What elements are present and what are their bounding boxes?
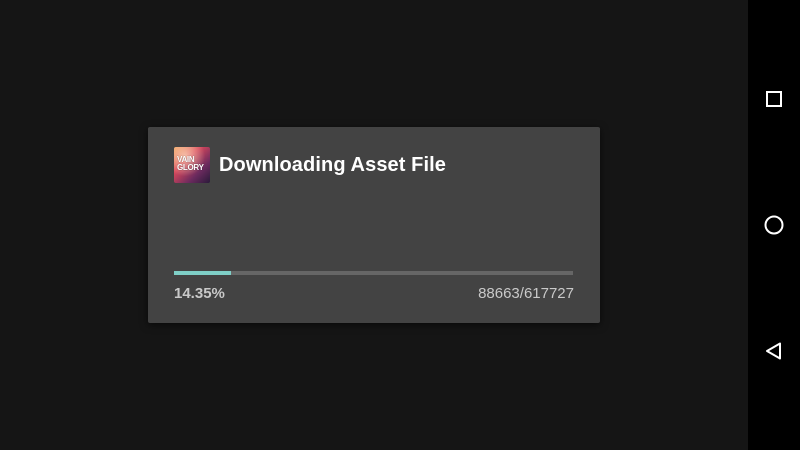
- app-icon: VAIN GLORY: [174, 147, 210, 183]
- progress-count: 88663/617727: [478, 285, 574, 302]
- progress-bar: [174, 271, 573, 275]
- progress-percent: 14.35%: [174, 285, 225, 302]
- triangle-back-icon: [766, 342, 781, 360]
- circle-icon: [764, 215, 784, 235]
- dialog-title: Downloading Asset File: [219, 153, 447, 176]
- home-button[interactable]: [748, 199, 800, 251]
- back-button[interactable]: [748, 325, 800, 377]
- progress-bar-fill: [174, 271, 232, 275]
- dialog-header: VAIN GLORY Downloading Asset File: [174, 147, 446, 183]
- navigation-bar: [748, 0, 800, 450]
- recent-apps-button[interactable]: [748, 73, 800, 125]
- square-icon: [766, 91, 782, 107]
- app-icon-logo: VAIN GLORY: [177, 155, 204, 172]
- app-area: VAIN GLORY Downloading Asset File 14.35% …: [0, 0, 748, 450]
- download-dialog: VAIN GLORY Downloading Asset File 14.35% …: [148, 127, 600, 323]
- screen: VAIN GLORY Downloading Asset File 14.35% …: [0, 0, 800, 450]
